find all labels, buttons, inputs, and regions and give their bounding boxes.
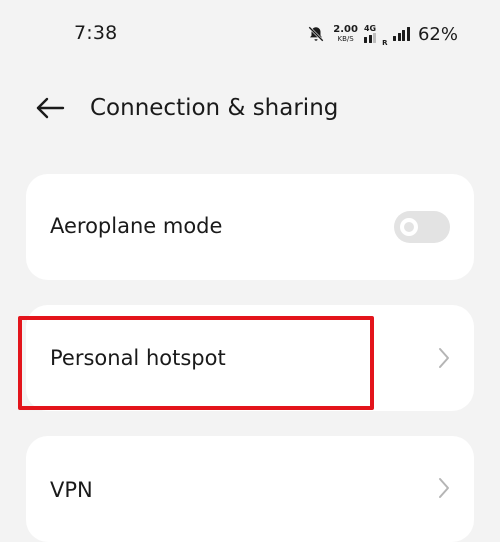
page-header: Connection & sharing (0, 80, 500, 140)
mobile-data-indicator: 4G (364, 25, 376, 43)
aeroplane-mode-label: Aeroplane mode (50, 214, 223, 238)
personal-hotspot-row[interactable]: Personal hotspot (26, 305, 474, 411)
roaming-indicator: R (382, 39, 388, 47)
status-icons: 2.00 KB/S 4G R 62% (305, 20, 458, 48)
chevron-right-icon (436, 476, 452, 500)
personal-hotspot-label: Personal hotspot (50, 346, 226, 370)
status-bar: 7:38 2.00 KB/S 4G R 62% (0, 0, 500, 70)
vpn-row[interactable]: VPN (26, 436, 474, 542)
vpn-label: VPN (50, 478, 93, 502)
signal-strength-icon (393, 27, 410, 41)
bell-muted-icon (305, 23, 327, 45)
toggle-knob (400, 218, 418, 236)
chevron-right-icon (436, 346, 452, 370)
data-activity-icon (364, 33, 377, 43)
network-speed-value: 2.00 (333, 24, 358, 35)
back-arrow-icon (35, 97, 65, 123)
back-button[interactable] (28, 90, 72, 130)
network-speed-unit: KB/S (337, 35, 354, 43)
page-title: Connection & sharing (90, 95, 339, 121)
aeroplane-mode-row[interactable]: Aeroplane mode (26, 174, 474, 280)
status-time: 7:38 (74, 22, 118, 44)
aeroplane-mode-toggle[interactable] (394, 211, 450, 243)
battery-level: 62% (417, 23, 458, 45)
network-type-label: 4G (363, 24, 377, 33)
network-speed: 2.00 KB/S (333, 25, 358, 43)
